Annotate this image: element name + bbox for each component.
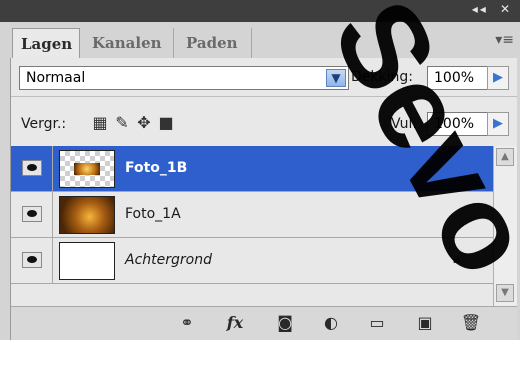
fill-arrow-icon[interactable]: ▶ <box>487 112 509 136</box>
lock-move-icon[interactable]: ✥ <box>133 113 155 132</box>
trash-icon[interactable]: 🗑︎ <box>459 313 483 332</box>
fill-label: Vul: <box>391 116 418 132</box>
collapse-icon[interactable]: ◂◂ <box>472 2 488 16</box>
layer-name: Foto_1A <box>125 206 181 222</box>
fill-value: 100% <box>434 116 475 132</box>
layer-row-foto-1a[interactable]: Foto_1A <box>11 192 493 238</box>
opacity-field[interactable]: 100% <box>427 66 495 90</box>
scroll-up-icon[interactable]: ▲ <box>496 148 514 166</box>
blend-mode-select[interactable]: Normaal ▼ <box>19 66 349 90</box>
layer-scrollbar[interactable]: ▲ ▼ <box>493 146 517 306</box>
panel-titlebar: ◂◂ ✕ <box>0 0 520 22</box>
opacity-value: 100% <box>434 70 475 86</box>
scroll-down-icon[interactable]: ▼ <box>496 284 514 302</box>
layer-row-foto-1b[interactable]: Foto_1B <box>11 146 493 192</box>
divider <box>11 96 517 97</box>
tab-paden[interactable]: Paden <box>178 28 252 58</box>
layer-thumbnail <box>59 196 115 234</box>
eye-icon[interactable] <box>22 252 42 268</box>
adjustment-icon[interactable]: ◐ <box>319 313 343 332</box>
lock-paint-icon[interactable]: ✎ <box>111 113 133 132</box>
panel-menu-icon[interactable]: ▾≡ <box>495 32 514 48</box>
layer-name: Foto_1B <box>125 160 188 176</box>
fill-field[interactable]: 100% <box>427 112 495 136</box>
eye-icon[interactable] <box>22 206 42 222</box>
mask-icon[interactable]: ◙ <box>273 313 297 332</box>
eye-icon[interactable] <box>22 160 42 176</box>
eye-icon-cell[interactable] <box>11 238 53 283</box>
layers-panel: ◂◂ ✕ Lagen Kanalen Paden ▾≡ Normaal ▼ De… <box>0 0 520 340</box>
lock-label: Vergr.: <box>21 116 67 132</box>
chevron-down-icon[interactable]: ▼ <box>326 69 346 87</box>
opacity-arrow-icon[interactable]: ▶ <box>487 66 509 90</box>
panel-content: Normaal ▼ Dekking: 100% ▶ Vergr.: ▦ ✎ ✥ ■ V… <box>10 58 517 340</box>
lock-icons: ▦ ✎ ✥ ■ <box>89 113 177 132</box>
panel-footer: ⚭ fx ◙ ◐ ▭ ▣ 🗑︎ <box>11 306 517 340</box>
layer-thumbnail <box>59 242 115 280</box>
link-icon[interactable]: ⚭ <box>175 313 199 332</box>
eye-icon-cell[interactable] <box>11 192 53 237</box>
new-layer-icon[interactable]: ▣ <box>413 313 437 332</box>
lock-all-icon[interactable]: ■ <box>155 113 177 132</box>
tab-lagen[interactable]: Lagen <box>12 28 80 58</box>
fx-icon[interactable]: fx <box>223 313 247 332</box>
layer-thumbnail <box>59 150 115 188</box>
group-folder-icon[interactable]: ▭ <box>365 313 389 332</box>
eye-icon-cell[interactable] <box>11 146 53 191</box>
tab-kanalen[interactable]: Kanalen <box>84 28 174 58</box>
opacity-label: Dekking: <box>351 69 413 85</box>
lock-icon: 🔒︎ <box>453 251 461 267</box>
layer-list: Foto_1B Foto_1A Achtergrond 🔒︎ <box>11 146 493 286</box>
layer-name: Achtergrond <box>125 252 212 268</box>
lock-transparency-icon[interactable]: ▦ <box>89 113 111 132</box>
layer-row-achtergrond[interactable]: Achtergrond 🔒︎ <box>11 238 493 284</box>
blend-mode-value: Normaal <box>26 70 86 86</box>
close-icon[interactable]: ✕ <box>500 2 512 16</box>
